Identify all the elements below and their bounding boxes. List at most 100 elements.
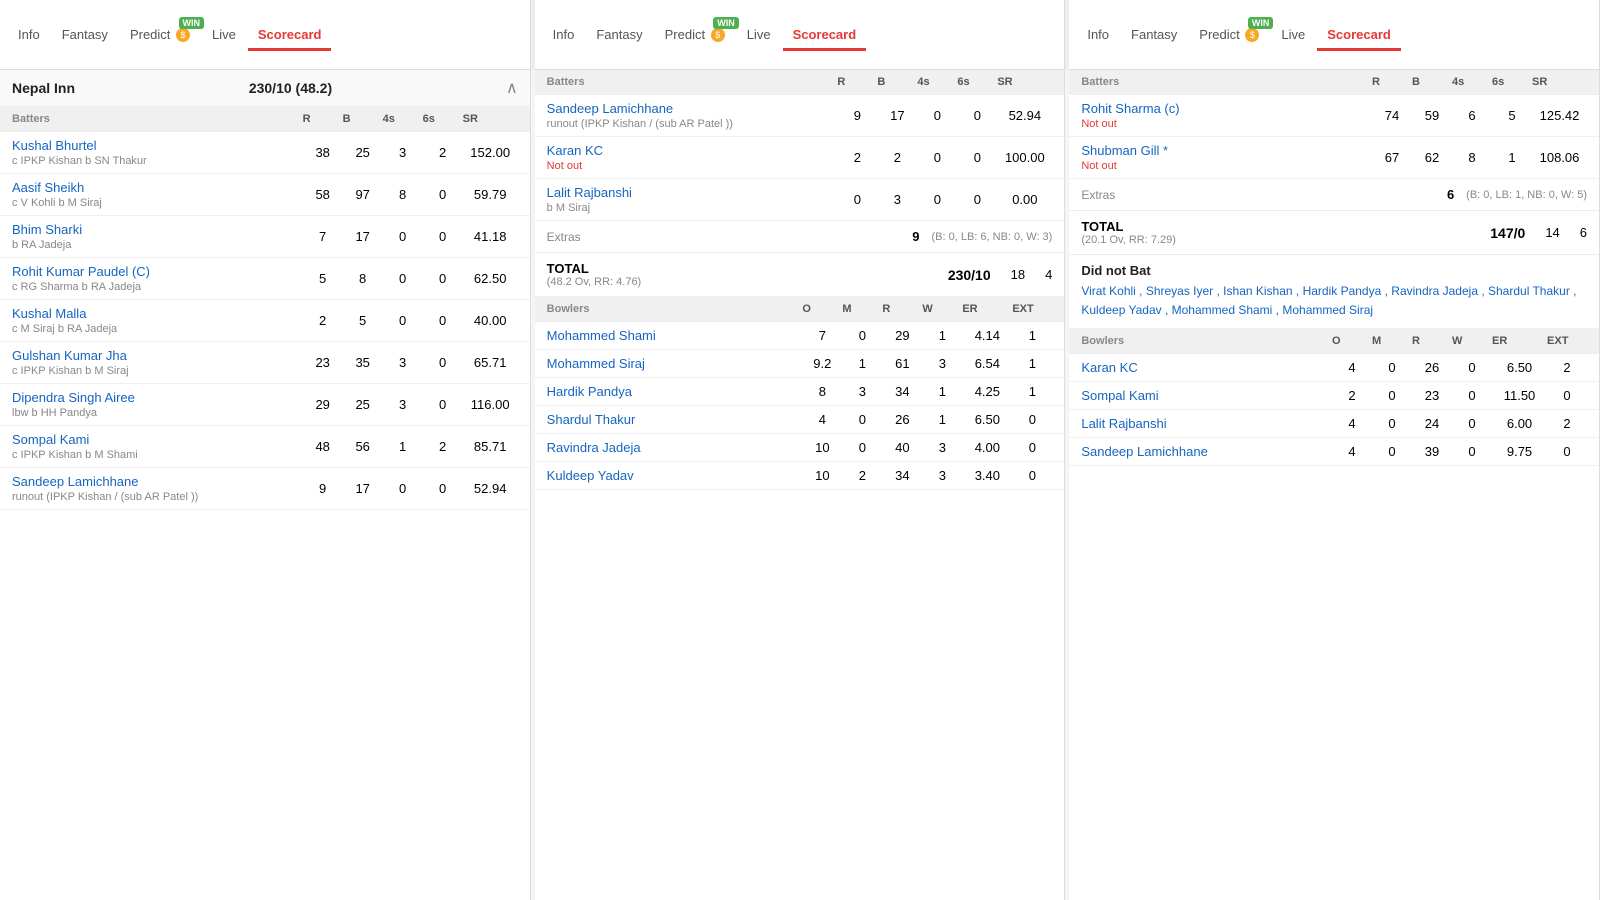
bowler-row: Kuldeep Yadav 10 2 34 3 3.40 0 xyxy=(535,462,1065,490)
player-name[interactable]: Bhim Sharki xyxy=(12,222,303,237)
stat-b: 56 xyxy=(343,432,383,461)
tab-fantasy-2[interactable]: Fantasy xyxy=(586,19,652,50)
tab-live-3[interactable]: Live xyxy=(1271,19,1315,50)
batter-row: Shubman Gill *Not out 67 62 8 1 108.06 xyxy=(1069,137,1599,179)
player-name[interactable]: Dipendra Singh Airee xyxy=(12,390,303,405)
player-name[interactable]: Mohammed Shami xyxy=(547,328,803,343)
stat-b: 25 xyxy=(343,390,383,419)
stat-r: 38 xyxy=(303,138,343,167)
batter-row: Sompal Kamic IPKP Kishan b M Shami 48 56… xyxy=(0,426,530,468)
coin-icon-2: $ xyxy=(711,28,725,42)
stat-b: 5 xyxy=(343,306,383,335)
bowler-row: Mohammed Shami 7 0 29 1 4.14 1 xyxy=(535,322,1065,350)
extras-detail: (B: 0, LB: 6, NB: 0, W: 3) xyxy=(932,231,1053,243)
tab-scorecard-1[interactable]: Scorecard xyxy=(248,19,332,50)
player-name[interactable]: Karan KC xyxy=(547,143,838,158)
stat-sr: 52.94 xyxy=(463,474,518,503)
tab-info-2[interactable]: Info xyxy=(543,19,585,50)
col-sr: SR xyxy=(463,113,518,125)
tab-predict-2[interactable]: Predict WIN $ xyxy=(655,19,735,51)
india-panel: Info Fantasy Predict WIN $ Live Scorecar… xyxy=(1069,0,1600,900)
batter-row: Kushal Mallac M Siraj b RA Jadeja 2 5 0 … xyxy=(0,300,530,342)
stat-4s: 1 xyxy=(383,432,423,461)
player-name[interactable]: Sandeep Lamichhane xyxy=(12,474,303,489)
bowler-row: Ravindra Jadeja 10 0 40 3 4.00 0 xyxy=(535,434,1065,462)
player-name[interactable]: Lalit Rajbanshi xyxy=(1081,416,1332,431)
player-name[interactable]: Ravindra Jadeja xyxy=(547,440,803,455)
player-dismissal: runout (IPKP Kishan / (sub AR Patel )) xyxy=(12,491,303,503)
player-name[interactable]: Lalit Rajbanshi xyxy=(547,185,838,200)
total-score-india: 147/0 xyxy=(1490,225,1525,241)
total-label: TOTAL xyxy=(547,261,642,276)
player-name[interactable]: Hardik Pandya xyxy=(547,384,803,399)
tab-predict-3[interactable]: Predict WIN $ xyxy=(1189,19,1269,51)
player-name[interactable]: Kushal Bhurtel xyxy=(12,138,303,153)
stat-r: 48 xyxy=(303,432,343,461)
player-name[interactable]: Sompal Kami xyxy=(1081,388,1332,403)
stat-4s: 0 xyxy=(383,306,423,335)
batters-header-nepal: Batters R B 4s 6s SR xyxy=(0,107,530,132)
player-name[interactable]: Shubman Gill * xyxy=(1081,143,1372,158)
player-name[interactable]: Sandeep Lamichhane xyxy=(547,101,838,116)
stat-r: 23 xyxy=(303,348,343,377)
player-name[interactable]: Aasif Sheikh xyxy=(12,180,303,195)
coin-icon-1: $ xyxy=(176,28,190,42)
player-name[interactable]: Sompal Kami xyxy=(12,432,303,447)
stat-b: 25 xyxy=(343,138,383,167)
tab-info-1[interactable]: Info xyxy=(8,19,50,50)
batters-header-2: Batters R B 4s 6s SR xyxy=(535,70,1065,95)
stat-sr: 65.71 xyxy=(463,348,518,377)
tab-info-3[interactable]: Info xyxy=(1077,19,1119,50)
player-name[interactable]: Sandeep Lamichhane xyxy=(1081,444,1332,459)
predict-label-2: Predict xyxy=(665,27,705,42)
batter-row: Sandeep Lamichhane runout (IPKP Kishan / … xyxy=(0,468,530,510)
stat-r: 7 xyxy=(303,222,343,251)
stat-b: 17 xyxy=(343,474,383,503)
player-name[interactable]: Kuldeep Yadav xyxy=(547,468,803,483)
player-name[interactable]: Shardul Thakur xyxy=(547,412,803,427)
tab-fantasy-3[interactable]: Fantasy xyxy=(1121,19,1187,50)
player-name[interactable]: Gulshan Kumar Jha xyxy=(12,348,303,363)
stat-6s: 0 xyxy=(423,348,463,377)
stat-r: 2 xyxy=(303,306,343,335)
player-name[interactable]: Rohit Sharma (c) xyxy=(1081,101,1372,116)
total-4s: 18 xyxy=(1011,267,1025,282)
stat-sr: 41.18 xyxy=(463,222,518,251)
nepal-panel: Info Fantasy Predict WIN $ Live Scorecar… xyxy=(0,0,531,900)
did-not-bat-title: Did not Bat xyxy=(1081,263,1587,278)
player-name[interactable]: Karan KC xyxy=(1081,360,1332,375)
tab-live-1[interactable]: Live xyxy=(202,19,246,50)
stat-6s: 0 xyxy=(423,474,463,503)
batter-row: Rohit Sharma (c)Not out 74 59 6 5 125.42 xyxy=(1069,95,1599,137)
col-bowlers: Bowlers xyxy=(547,303,803,315)
player-dismissal: c IPKP Kishan b M Siraj xyxy=(12,365,303,377)
innings-score-nepal: 230/10 (48.2) xyxy=(249,80,332,96)
player-name[interactable]: Kushal Malla xyxy=(12,306,303,321)
player-dismissal: c RG Sharma b RA Jadeja xyxy=(12,281,303,293)
col-r: R xyxy=(303,113,343,125)
tab-predict-1[interactable]: Predict WIN $ xyxy=(120,19,200,51)
tab-live-2[interactable]: Live xyxy=(737,19,781,50)
col-4s: 4s xyxy=(383,113,423,125)
stat-4s: 3 xyxy=(383,138,423,167)
col-b: B xyxy=(343,113,383,125)
win-badge-3: WIN xyxy=(1248,17,1274,29)
tab-fantasy-1[interactable]: Fantasy xyxy=(52,19,118,50)
predict-label-3: Predict xyxy=(1199,27,1239,42)
stat-6s: 0 xyxy=(423,222,463,251)
player-name[interactable]: Mohammed Siraj xyxy=(547,356,803,371)
total-score: 230/10 xyxy=(948,267,991,283)
tab-scorecard-3[interactable]: Scorecard xyxy=(1317,19,1401,50)
india-content: Batters R B 4s 6s SR Rohit Sharma (c)Not… xyxy=(1069,70,1599,900)
bowlers-header-india: Bowlers O M R W ER EXT xyxy=(1069,329,1599,354)
collapse-btn-nepal[interactable]: ∧ xyxy=(506,78,518,98)
player-dismissal: Not out xyxy=(1081,160,1372,172)
tab-scorecard-2[interactable]: Scorecard xyxy=(783,19,867,50)
player-dismissal: b M Siraj xyxy=(547,202,838,214)
bowler-row: Karan KC 4 0 26 0 6.50 2 xyxy=(1069,354,1599,382)
total-row-india: TOTAL (20.1 Ov, RR: 7.29) 147/0 14 6 xyxy=(1069,211,1599,255)
stat-6s: 2 xyxy=(423,138,463,167)
stat-r: 58 xyxy=(303,180,343,209)
player-name[interactable]: Rohit Kumar Paudel (C) xyxy=(12,264,303,279)
nepal-content: Nepal Inn 230/10 (48.2) ∧ Batters R B 4s… xyxy=(0,70,530,900)
